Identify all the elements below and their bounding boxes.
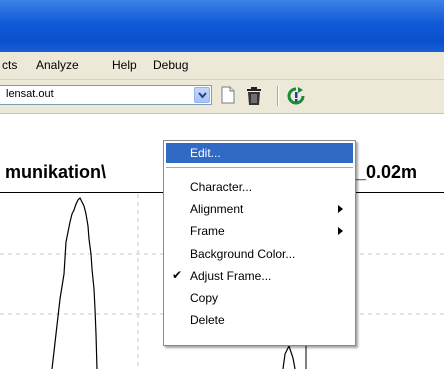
signal-trace-right xyxy=(282,344,296,369)
new-document-icon[interactable] xyxy=(220,86,236,104)
menu-item-delete-label: Delete xyxy=(190,313,225,327)
menu-item-copy[interactable]: Copy xyxy=(166,288,353,308)
menu-item-projects[interactable]: cts xyxy=(2,58,17,72)
menu-item-adjust-frame[interactable]: ✔ Adjust Frame... xyxy=(166,266,353,286)
submenu-arrow-icon xyxy=(338,227,343,235)
menu-item-analyze[interactable]: Analyze xyxy=(36,58,79,72)
chevron-down-icon xyxy=(198,92,207,99)
menu-item-alignment-label: Alignment xyxy=(190,202,244,216)
menu-item-edit-label: Edit... xyxy=(190,146,221,160)
checkmark-icon: ✔ xyxy=(172,268,183,282)
menu-item-background-color-label: Background Color... xyxy=(190,247,296,261)
trash-icon[interactable] xyxy=(245,86,263,106)
menu-item-character[interactable]: Character... xyxy=(166,177,353,197)
menu-item-debug[interactable]: Debug xyxy=(153,58,188,72)
menu-item-character-label: Character... xyxy=(190,180,253,194)
refresh-alert-icon[interactable] xyxy=(286,86,306,106)
menu-bar: cts Analyze Help Debug xyxy=(0,52,444,80)
file-combo-value: lensat.out xyxy=(6,88,54,100)
file-combo-box[interactable]: lensat.out xyxy=(0,85,212,105)
menu-item-help[interactable]: Help xyxy=(112,58,137,72)
window-title-bar[interactable] xyxy=(0,0,444,52)
menu-item-background-color[interactable]: Background Color... xyxy=(166,244,353,264)
menu-item-alignment[interactable]: Alignment xyxy=(166,199,353,219)
signal-trace xyxy=(51,196,98,369)
toolbar: lensat.out xyxy=(0,80,444,114)
submenu-arrow-icon xyxy=(338,205,343,213)
menu-item-adjust-frame-label: Adjust Frame... xyxy=(190,269,272,283)
toolbar-separator xyxy=(277,86,278,106)
menu-item-frame-label: Frame xyxy=(190,224,225,238)
menu-separator xyxy=(166,167,353,168)
menu-item-delete[interactable]: Delete xyxy=(166,310,353,330)
combo-dropdown-button[interactable] xyxy=(194,87,210,103)
menu-item-copy-label: Copy xyxy=(190,291,219,305)
context-menu: Edit... Character... Alignment Frame Bac… xyxy=(163,140,356,346)
menu-item-edit[interactable]: Edit... xyxy=(166,143,353,163)
menu-item-frame[interactable]: Frame xyxy=(166,221,353,241)
